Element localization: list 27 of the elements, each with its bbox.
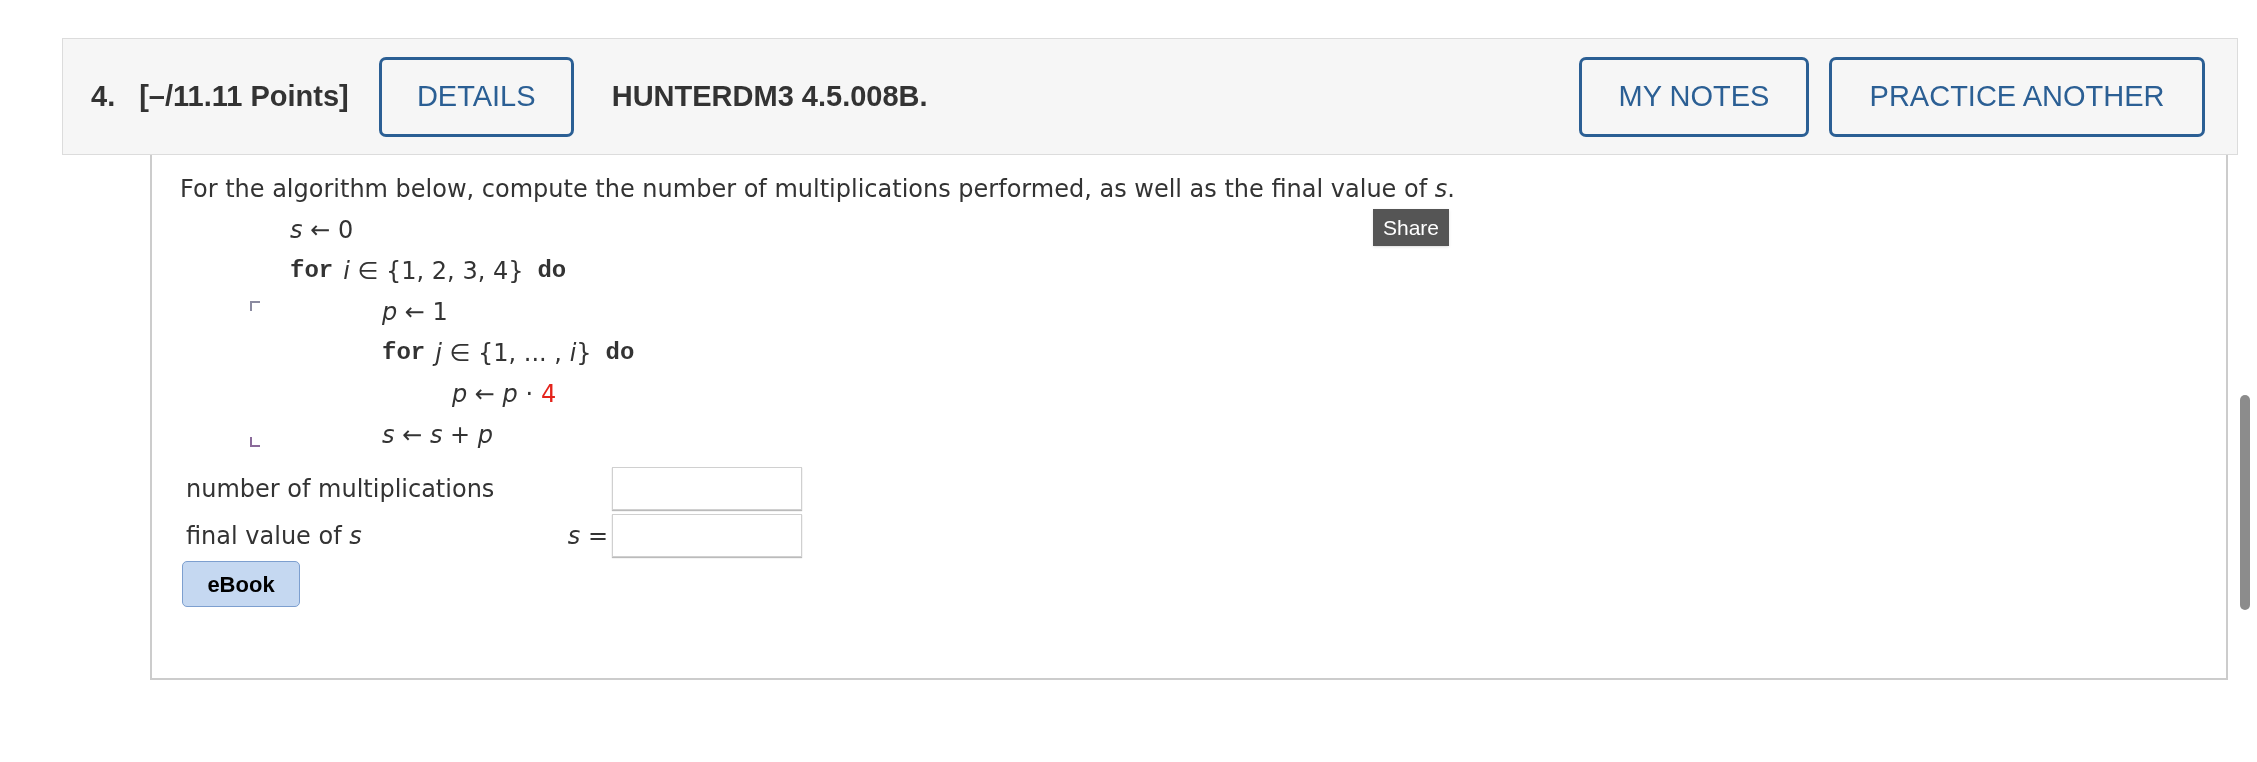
code-line: p ← 1: [382, 296, 448, 328]
action-button[interactable]: PRACTICE ANOTHER: [1829, 56, 2205, 137]
points-label: [–/11.11 Points]: [139, 78, 349, 114]
code-keyword: do: [605, 337, 635, 368]
bracket-bottom-icon: [250, 437, 260, 447]
scrollbar-thumb[interactable]: [2240, 395, 2250, 610]
problem-code: HUNTERDM3 4.5.008B.: [611, 78, 929, 114]
code-keyword: do: [537, 255, 567, 286]
bracket-top-icon: [250, 301, 260, 311]
equation-prefix: s =: [566, 520, 609, 552]
answer-label: final value of s: [186, 520, 363, 552]
code-keyword: for: [382, 337, 426, 368]
answer-label: number of multiplications: [186, 473, 496, 505]
answer-field[interactable]: [612, 514, 802, 557]
code-keyword: for: [290, 255, 334, 286]
details-button[interactable]: DETAILS: [378, 56, 574, 137]
question-text: For the algorithm below, compute the number of multiplications performed, as well as the final value of s.: [180, 174, 1456, 205]
code-expression: i ∈ {1, 2, 3, 4}: [343, 255, 524, 287]
action-button[interactable]: MY NOTES: [1579, 56, 1809, 137]
code-line: p ← p ·: [452, 378, 534, 410]
answer-field[interactable]: [612, 467, 802, 510]
code-line: s ← 0: [290, 214, 354, 246]
question-number: 4.: [91, 78, 116, 114]
code-line: s ← s + p: [382, 419, 493, 451]
share-tooltip[interactable]: Share: [1373, 209, 1450, 246]
ebook-button[interactable]: eBook: [182, 561, 300, 607]
parameter-value: 4: [541, 378, 557, 410]
